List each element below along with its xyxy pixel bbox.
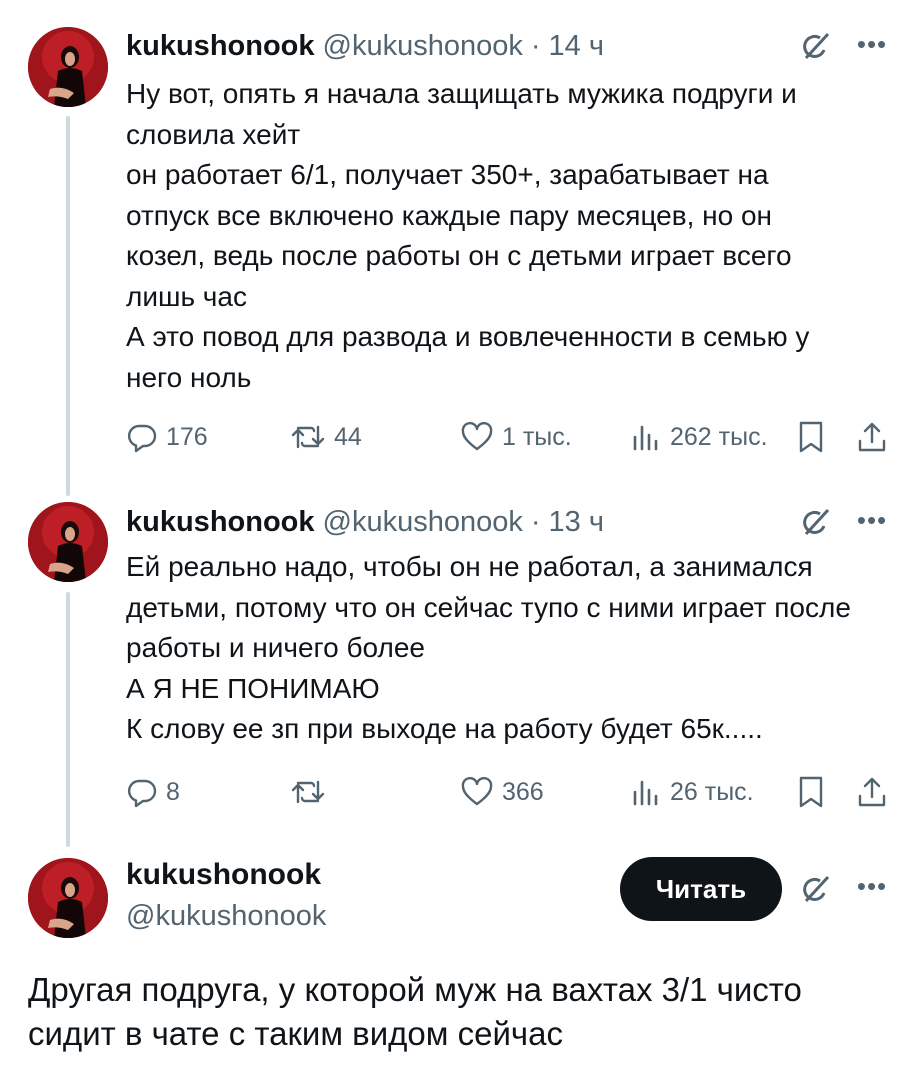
tweet-header: kukushonook @kukushonook · 13 ч bbox=[126, 504, 604, 540]
like-count: 366 bbox=[502, 777, 544, 806]
tweet-line: лишь час bbox=[126, 280, 247, 312]
repost-count: 44 bbox=[334, 422, 362, 451]
tweet-line: К слову ее зп при выходе на работу будет… bbox=[126, 713, 763, 744]
share-button[interactable] bbox=[856, 772, 888, 812]
timestamp[interactable]: 13 ч bbox=[549, 506, 604, 539]
grok-icon[interactable] bbox=[798, 28, 834, 64]
repost-icon bbox=[291, 780, 325, 804]
like-icon bbox=[461, 776, 493, 806]
like-count: 1 тыс. bbox=[502, 422, 572, 451]
views-icon bbox=[633, 425, 658, 451]
views-button[interactable]: 262 тыс. bbox=[630, 417, 768, 457]
thread-line bbox=[66, 116, 70, 496]
tweet-line: Ну вот, опять я начала защищать мужика п… bbox=[126, 78, 797, 109]
tweet-line: работы и ничего более bbox=[126, 632, 425, 663]
views-button[interactable]: 26 тыс. bbox=[630, 772, 754, 812]
reply-icon bbox=[127, 424, 157, 453]
share-icon bbox=[858, 777, 886, 807]
grok-icon[interactable] bbox=[798, 871, 834, 907]
reply-icon bbox=[127, 779, 157, 808]
more-icon[interactable]: ••• bbox=[856, 26, 888, 62]
share-button[interactable] bbox=[856, 417, 888, 457]
action-bar: 8 366 26 тыс. bbox=[126, 772, 896, 812]
tweet-1[interactable]: kukushonook @kukushonook · 14 ч ••• Ну в… bbox=[0, 0, 919, 496]
reply-count: 176 bbox=[166, 422, 208, 451]
repost-button[interactable]: 44 bbox=[290, 417, 362, 457]
avatar[interactable] bbox=[28, 27, 108, 107]
avatar[interactable] bbox=[28, 858, 108, 938]
tweet-line: козел, ведь после работы он с детьми игр… bbox=[126, 240, 792, 271]
views-count: 26 тыс. bbox=[670, 777, 754, 806]
tweet-text: Ей реально надо, чтобы он не работал, а … bbox=[126, 547, 906, 750]
bookmark-icon bbox=[799, 421, 823, 453]
tweet-line: Другая подруга, у которой муж на вахтах … bbox=[28, 971, 802, 1008]
tweet-line: отпуск все включено каждые пару месяцев,… bbox=[126, 199, 773, 231]
avatar-image bbox=[28, 502, 108, 582]
display-name[interactable]: kukushonook bbox=[126, 30, 315, 63]
bookmark-icon bbox=[799, 776, 823, 808]
user-handle[interactable]: @kukushonook bbox=[126, 900, 326, 933]
like-icon bbox=[461, 421, 493, 451]
tweet-line: сидит в чате с таким видом сейчас bbox=[28, 1015, 563, 1052]
more-icon[interactable]: ••• bbox=[856, 502, 888, 538]
reply-count: 8 bbox=[166, 777, 180, 806]
views-icon bbox=[633, 780, 658, 806]
tweet-line: словила хейт bbox=[126, 118, 301, 150]
tweet-line: А Я НЕ ПОНИМАЮ bbox=[126, 672, 380, 704]
more-icon[interactable]: ••• bbox=[856, 868, 888, 904]
grok-icon[interactable] bbox=[798, 504, 834, 540]
tweet-line: он работает 6/1, получает 350+, зарабаты… bbox=[126, 159, 769, 190]
bookmark-button[interactable] bbox=[796, 417, 826, 457]
avatar[interactable] bbox=[28, 502, 108, 582]
tweet-text: Ну вот, опять я начала защищать мужика п… bbox=[126, 74, 906, 398]
bookmark-button[interactable] bbox=[796, 772, 826, 812]
timestamp[interactable]: 14 ч bbox=[549, 30, 604, 63]
tweet-line: детьми, потому что он сейчас тупо с ними… bbox=[126, 591, 851, 623]
repost-button[interactable] bbox=[290, 772, 334, 812]
display-name[interactable]: kukushonook bbox=[126, 506, 315, 539]
follow-button[interactable]: Читать bbox=[620, 857, 782, 921]
views-count: 262 тыс. bbox=[670, 422, 768, 451]
avatar-image bbox=[28, 27, 108, 107]
tweet-line: него ноль bbox=[126, 361, 252, 393]
tweet-line: А это повод для развода и вовлеченности … bbox=[126, 321, 810, 352]
share-icon bbox=[858, 422, 886, 452]
thread-line bbox=[66, 592, 70, 847]
like-button[interactable]: 1 тыс. bbox=[460, 417, 572, 457]
like-button[interactable]: 366 bbox=[460, 772, 544, 812]
repost-icon bbox=[291, 425, 325, 449]
separator: · bbox=[530, 505, 541, 538]
tweet-text: Другая подруга, у которой муж на вахтах … bbox=[28, 968, 898, 1056]
user-handle[interactable]: @kukushonook bbox=[323, 506, 523, 539]
separator: · bbox=[530, 29, 541, 62]
reply-button[interactable]: 8 bbox=[126, 772, 180, 812]
tweet-line: Ей реально надо, чтобы он не работал, а … bbox=[126, 551, 813, 582]
reply-button[interactable]: 176 bbox=[126, 417, 208, 457]
action-bar: 176 44 1 тыс. 262 тыс. bbox=[126, 417, 896, 457]
display-name[interactable]: kukushonook bbox=[126, 858, 321, 892]
avatar-image bbox=[28, 858, 108, 938]
tweet-header: kukushonook @kukushonook · 14 ч bbox=[126, 28, 604, 64]
user-handle[interactable]: @kukushonook bbox=[323, 30, 523, 63]
